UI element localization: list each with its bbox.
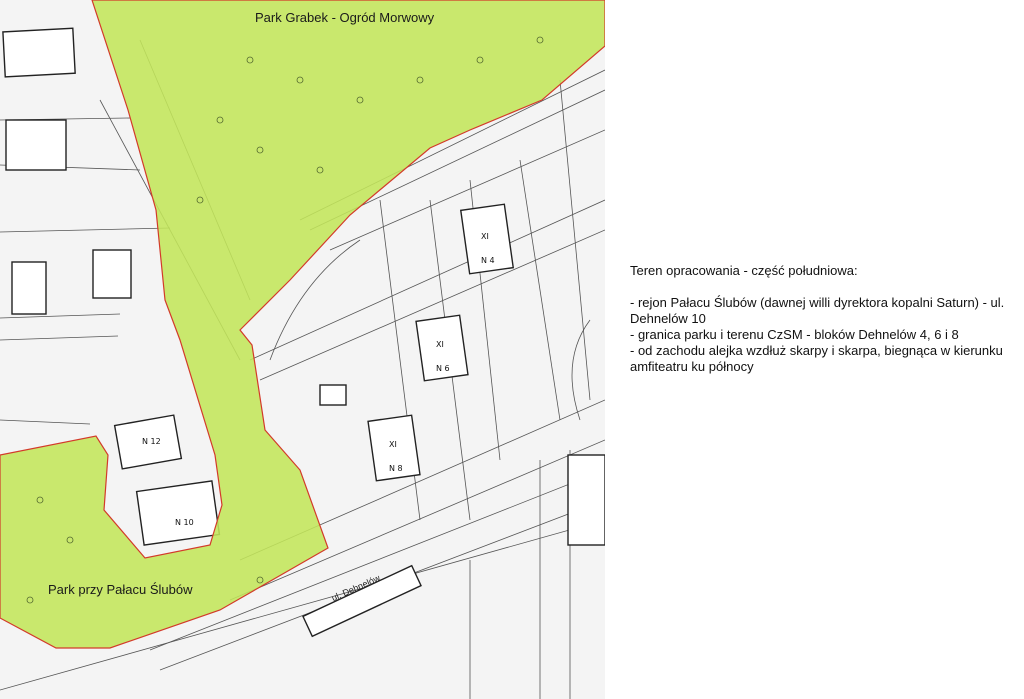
building-label: N 4: [481, 256, 495, 265]
legend-item: - rejon Pałacu Ślubów (dawnej willi dyre…: [630, 295, 1005, 326]
building-label: XI: [436, 340, 444, 349]
park-areas: [0, 0, 605, 649]
building-label: XI: [389, 440, 397, 449]
building-label: XI: [481, 232, 489, 241]
legend-item: - od zachodu alejka wzdłuż skarpy i skar…: [630, 343, 1003, 374]
legend-item: - granica parku i terenu CzSM - bloków D…: [630, 327, 959, 342]
map-view[interactable]: Park Grabek - Ogród Morwowy Park przy Pa…: [0, 0, 605, 699]
map-legend: Teren opracowania - część południowa: - …: [630, 263, 1010, 375]
park-grabek-label: Park Grabek - Ogród Morwowy: [255, 10, 435, 25]
building-label: N 6: [436, 364, 450, 373]
park-palacu-label: Park przy Pałacu Ślubów: [48, 582, 193, 597]
building-label: N 8: [389, 464, 403, 473]
legend-title: Teren opracowania - część południowa:: [630, 263, 858, 278]
building-label: N 10: [175, 518, 194, 527]
building-label: N 12: [142, 437, 161, 446]
